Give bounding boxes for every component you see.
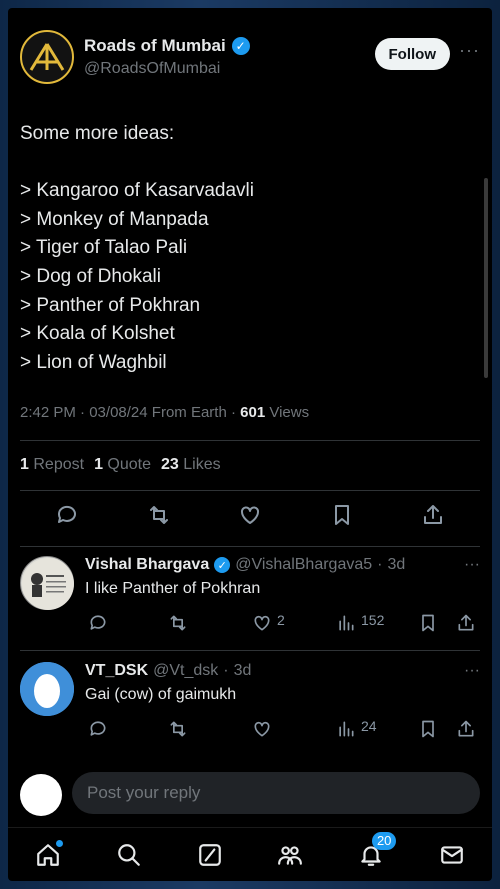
- communities-icon[interactable]: [277, 842, 303, 868]
- road-logo-icon: [29, 43, 65, 71]
- tweet-date[interactable]: 03/08/24: [89, 404, 147, 421]
- views-count: 24: [361, 718, 377, 734]
- search-icon[interactable]: [116, 842, 142, 868]
- tweet-text: Some more ideas: > Kangaroo of Kasarvada…: [20, 123, 254, 373]
- share-icon[interactable]: [453, 610, 479, 636]
- reply-composer: [20, 770, 480, 822]
- views-label: Views: [269, 404, 310, 421]
- likes-stat[interactable]: 23 Likes: [161, 456, 221, 474]
- divider: [20, 490, 480, 491]
- reply-author-handle[interactable]: @VishalBhargava5: [235, 556, 372, 574]
- reposts-stat[interactable]: 1 Repost: [20, 456, 84, 474]
- reply-avatar[interactable]: [20, 662, 74, 716]
- reply-author-handle[interactable]: @Vt_dsk: [153, 662, 218, 680]
- scrollbar[interactable]: [484, 178, 488, 378]
- repost-icon[interactable]: [146, 502, 172, 528]
- views-icon[interactable]: [333, 610, 359, 636]
- views-count: 152: [361, 612, 385, 628]
- views-count: 601: [240, 404, 266, 421]
- tweet-screen: Roads of Mumbai ✓ @RoadsOfMumbai Follow …: [8, 8, 492, 881]
- divider: [20, 546, 480, 547]
- like-icon[interactable]: [249, 610, 275, 636]
- notifications-icon[interactable]: 20: [358, 831, 397, 868]
- divider: [20, 650, 480, 651]
- tweet-location: From Earth: [151, 404, 227, 421]
- reply-avatar[interactable]: [20, 556, 74, 610]
- more-options-icon[interactable]: ···: [464, 662, 480, 680]
- bookmark-icon[interactable]: [415, 610, 441, 636]
- like-count: 2: [277, 612, 285, 628]
- account-handle[interactable]: @RoadsOfMumbai: [84, 60, 220, 78]
- verified-badge-icon: ✓: [214, 557, 231, 573]
- default-egg-avatar-icon: [20, 662, 74, 716]
- follow-button[interactable]: Follow: [374, 38, 450, 70]
- reply-icon[interactable]: [54, 502, 80, 528]
- tweet-time[interactable]: 2:42 PM: [20, 404, 76, 421]
- reply-icon[interactable]: [85, 716, 111, 742]
- bookmark-icon[interactable]: [415, 716, 441, 742]
- profile-photo-icon: [22, 558, 74, 610]
- engagement-stats: 1 Repost 1 Quote 23 Likes: [20, 456, 221, 474]
- home-icon[interactable]: [35, 839, 64, 868]
- more-options-icon[interactable]: ···: [459, 40, 480, 61]
- reply-time[interactable]: 3d: [234, 662, 252, 680]
- like-icon[interactable]: [249, 716, 275, 742]
- reply-item[interactable]: VT_DSK @Vt_dsk · 3d ··· Gai (cow) of gai…: [20, 662, 480, 752]
- reply-item[interactable]: Vishal Bhargava ✓ @VishalBhargava5 · 3d …: [20, 556, 480, 646]
- reply-author-name[interactable]: Vishal Bhargava: [85, 556, 209, 574]
- repost-icon[interactable]: [165, 716, 191, 742]
- more-options-icon[interactable]: ···: [464, 556, 480, 574]
- tweet-meta: 2:42 PM · 03/08/24 From Earth · 601 View…: [20, 404, 310, 421]
- reply-time[interactable]: 3d: [387, 556, 405, 574]
- share-icon[interactable]: [420, 502, 446, 528]
- divider: [20, 440, 480, 441]
- reply-text: I like Panther of Pokhran: [85, 580, 261, 597]
- reply-text: Gai (cow) of gaimukh: [85, 686, 237, 703]
- verified-badge-icon: ✓: [231, 37, 250, 55]
- tweet-actions: [20, 502, 480, 532]
- grok-icon[interactable]: [197, 842, 223, 868]
- notifications-badge: 20: [371, 831, 397, 850]
- reply-actions: 2 152: [85, 610, 480, 634]
- repost-icon[interactable]: [165, 610, 191, 636]
- reply-actions: 24: [85, 716, 480, 740]
- account-name[interactable]: Roads of Mumbai: [84, 36, 226, 56]
- reply-input[interactable]: [72, 772, 480, 814]
- reply-icon[interactable]: [85, 610, 111, 636]
- like-icon[interactable]: [237, 502, 263, 528]
- views-icon[interactable]: [333, 716, 359, 742]
- share-icon[interactable]: [453, 716, 479, 742]
- reply-author-name[interactable]: VT_DSK: [85, 662, 148, 680]
- messages-icon[interactable]: [439, 842, 465, 868]
- bookmark-icon[interactable]: [329, 502, 355, 528]
- account-avatar[interactable]: [20, 30, 74, 84]
- tweet-header: Roads of Mumbai ✓ @RoadsOfMumbai Follow …: [20, 30, 480, 90]
- bottom-nav: 20: [8, 827, 492, 881]
- my-avatar[interactable]: [20, 774, 62, 816]
- quotes-stat[interactable]: 1 Quote: [94, 456, 151, 474]
- home-unread-dot: [56, 839, 64, 847]
